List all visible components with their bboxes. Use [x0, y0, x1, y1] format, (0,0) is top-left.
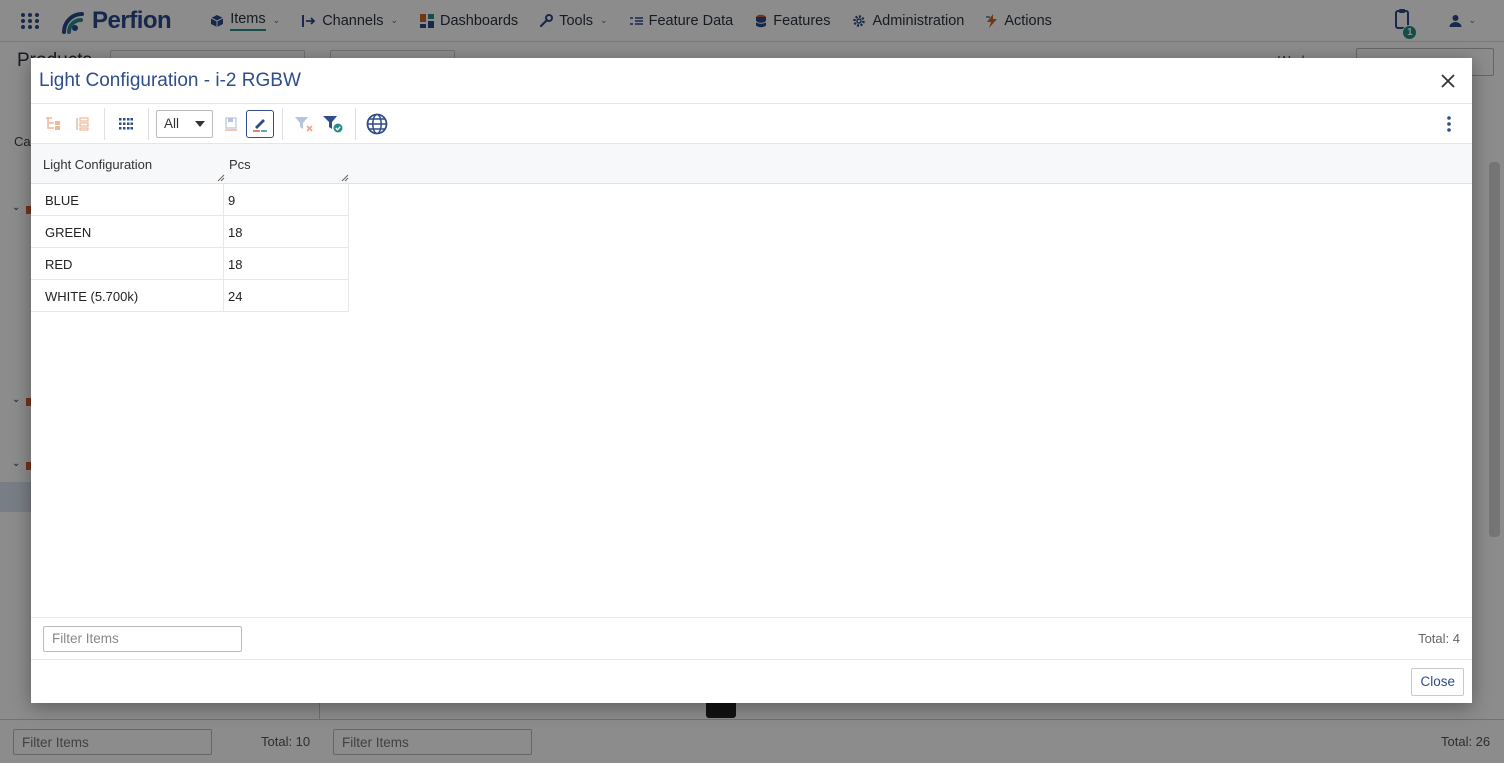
clear-filter-icon[interactable] — [290, 110, 318, 138]
column-resize-handle-icon[interactable] — [217, 174, 225, 182]
collapse-tree-icon[interactable] — [68, 110, 96, 138]
toolbar-divider — [282, 107, 283, 140]
expand-tree-icon[interactable] — [39, 110, 67, 138]
column-label: Light Configuration — [43, 157, 153, 172]
globe-language-icon[interactable] — [363, 110, 391, 138]
dialog-header: Light Configuration - i-2 RGBW — [31, 58, 1472, 104]
edit-mode-pencil-icon[interactable] — [246, 109, 274, 138]
dialog-filter-bar: Total: 4 — [31, 617, 1472, 659]
table-row[interactable]: RED 18 — [31, 248, 349, 280]
filter-items-input[interactable] — [43, 625, 242, 652]
column-label: Pcs — [229, 157, 251, 172]
cell-light-configuration[interactable]: GREEN — [31, 216, 224, 247]
cell-light-configuration[interactable]: BLUE — [31, 184, 224, 215]
cell-pcs[interactable]: 18 — [224, 248, 349, 279]
grid-body: BLUE 9 GREEN 18 RED 18 WHITE (5.700k) 24 — [31, 184, 1472, 617]
view-filter-value: All — [164, 116, 180, 131]
cell-light-configuration[interactable]: WHITE (5.700k) — [31, 280, 224, 311]
light-configuration-dialog: Light Configuration - i-2 RGBW All Light… — [31, 58, 1472, 703]
column-header-pcs[interactable]: Pcs — [226, 144, 350, 183]
close-icon[interactable] — [1432, 65, 1464, 97]
more-options-icon[interactable] — [1435, 110, 1463, 138]
apply-filter-icon[interactable] — [319, 110, 347, 138]
table-row[interactable]: GREEN 18 — [31, 216, 349, 248]
view-filter-select[interactable]: All — [156, 109, 213, 138]
close-button[interactable]: Close — [1411, 667, 1464, 696]
cell-pcs[interactable]: 9 — [224, 184, 349, 215]
dialog-title: Light Configuration - i-2 RGBW — [39, 69, 301, 91]
total-count: Total: 4 — [1418, 631, 1460, 646]
cell-light-configuration[interactable]: RED — [31, 248, 224, 279]
table-row[interactable]: BLUE 9 — [31, 184, 349, 216]
grid-view-icon[interactable] — [112, 110, 140, 138]
dialog-toolbar: All — [31, 104, 1472, 144]
table-row[interactable]: WHITE (5.700k) 24 — [31, 280, 349, 312]
cell-pcs[interactable]: 18 — [224, 216, 349, 247]
toolbar-divider — [355, 107, 356, 140]
caret-down-icon — [195, 120, 205, 127]
save-icon[interactable] — [217, 110, 245, 138]
column-header-light-configuration[interactable]: Light Configuration — [31, 144, 226, 183]
column-resize-handle-icon[interactable] — [341, 174, 349, 182]
toolbar-divider — [104, 107, 105, 140]
toolbar-divider — [148, 107, 149, 140]
dialog-footer: Close — [31, 659, 1472, 703]
cell-pcs[interactable]: 24 — [224, 280, 349, 311]
grid-header: Light Configuration Pcs — [31, 144, 1472, 184]
